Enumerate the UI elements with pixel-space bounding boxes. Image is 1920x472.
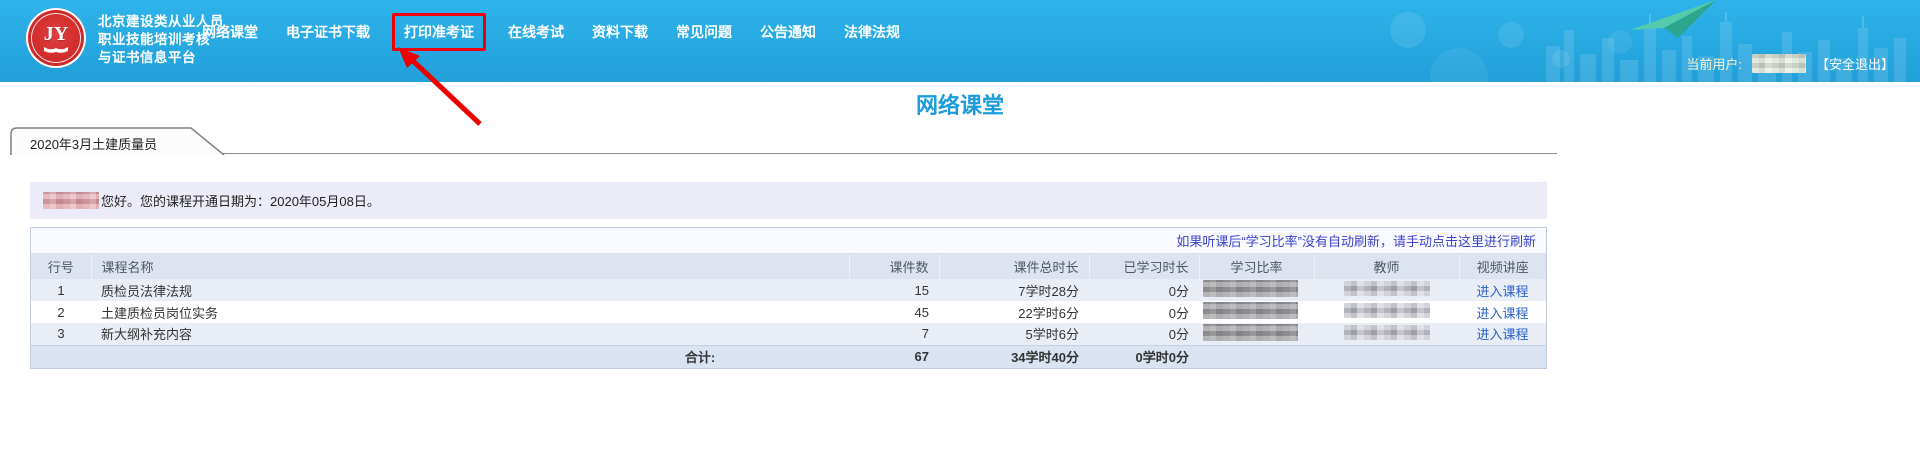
logo-jy-text: JY [44, 24, 68, 44]
main-nav: 网络课堂 电子证书下载 打印准考证 在线考试 资料下载 常见问题 公告通知 法律… [196, 0, 906, 64]
nav-online-classroom[interactable]: 网络课堂 [196, 17, 264, 47]
course-name: 土建质检员岗位实务 [91, 301, 849, 323]
total-row: 合计: 67 34学时40分 0学时0分 [31, 345, 1546, 368]
decor-circle [1390, 12, 1426, 48]
studied-duration: 0分 [1089, 301, 1199, 323]
table-row: 2 土建质检员岗位实务 45 22学时6分 0分 进入课程 [31, 301, 1546, 323]
nav-laws-regulations[interactable]: 法律法规 [838, 17, 906, 47]
course-table: 行号 课程名称 课件数 课件总时长 已学习时长 学习比率 教师 视频讲座 1 质… [31, 254, 1546, 368]
logo-book-icon [43, 45, 69, 54]
panel-top-border [10, 153, 1557, 154]
redacted-teacher-name [1344, 325, 1430, 340]
enter-course-link[interactable]: 进入课程 [1476, 306, 1528, 321]
col-courseware-count: 课件数 [849, 254, 939, 279]
page-title: 网络课堂 [0, 88, 1920, 120]
current-user-label: 当前用户: [1686, 54, 1742, 73]
redacted-username [1752, 54, 1806, 73]
decor-circle [1608, 30, 1632, 54]
screen: JY 北京建设类从业人员 职业技能培训考核 与证书信息平台 网络课堂 电子证书下… [0, 0, 1920, 472]
col-teacher: 教师 [1314, 254, 1459, 279]
refresh-notice-row: 如果听课后“学习比率”没有自动刷新，请手动点击这里进行刷新 [31, 228, 1546, 254]
tab-strip: 2020年3月土建质量员 [10, 126, 1557, 154]
nav-certificate-download[interactable]: 电子证书下载 [280, 17, 376, 47]
platform-logo: JY [26, 8, 86, 68]
col-row-number: 行号 [31, 254, 91, 279]
row-number: 1 [31, 279, 91, 301]
total-courseware-count: 67 [849, 345, 939, 368]
total-studied-sum: 0学时0分 [1089, 345, 1199, 368]
total-duration: 5学时6分 [939, 323, 1089, 345]
decor-circle [1552, 50, 1570, 68]
course-table-container: 如果听课后“学习比率”没有自动刷新，请手动点击这里进行刷新 行号 课程名称 课件… [30, 227, 1547, 369]
total-duration: 7学时28分 [939, 279, 1089, 301]
nav-print-admission-ticket[interactable]: 打印准考证 [392, 13, 486, 51]
decor-circle [1498, 22, 1524, 48]
greeting-notice: 您好。您的课程开通日期为：2020年05月08日。 [30, 182, 1547, 219]
top-header: JY 北京建设类从业人员 职业技能培训考核 与证书信息平台 网络课堂 电子证书下… [0, 0, 1920, 82]
course-name: 新大纲补充内容 [91, 323, 849, 345]
redacted-teacher-name [1344, 281, 1430, 296]
studied-duration: 0分 [1089, 323, 1199, 345]
studied-duration: 0分 [1089, 279, 1199, 301]
courseware-count: 7 [849, 323, 939, 345]
redacted-student-name [43, 192, 99, 209]
tab-label: 2020年3月土建质量员 [30, 134, 157, 153]
col-studied-duration: 已学习时长 [1089, 254, 1199, 279]
redacted-progress-bar [1203, 302, 1298, 319]
col-study-ratio: 学习比率 [1199, 254, 1314, 279]
redacted-progress-bar [1203, 280, 1298, 297]
col-video-lecture: 视频讲座 [1459, 254, 1546, 279]
table-row: 3 新大纲补充内容 7 5学时6分 0分 进入课程 [31, 323, 1546, 345]
table-header-row: 行号 课程名称 课件数 课件总时长 已学习时长 学习比率 教师 视频讲座 [31, 254, 1546, 279]
table-row: 1 质检员法律法规 15 7学时28分 0分 进入课程 [31, 279, 1546, 301]
total-duration: 22学时6分 [939, 301, 1089, 323]
total-label: 合计: [31, 345, 849, 368]
courseware-count: 45 [849, 301, 939, 323]
nav-material-download[interactable]: 资料下载 [586, 17, 654, 47]
nav-faq[interactable]: 常见问题 [670, 17, 738, 47]
greeting-text: 您好。您的课程开通日期为：2020年05月08日。 [101, 191, 380, 210]
col-course-name: 课程名称 [91, 254, 849, 279]
decor-circle [1430, 48, 1488, 82]
nav-online-exam[interactable]: 在线考试 [502, 17, 570, 47]
col-total-duration: 课件总时长 [939, 254, 1089, 279]
paper-plane-decoration [1630, 0, 1730, 40]
user-bar: 当前用户: 【安全退出】 [1686, 54, 1894, 73]
courseware-count: 15 [849, 279, 939, 301]
nav-announcements[interactable]: 公告通知 [754, 17, 822, 47]
redacted-progress-bar [1203, 324, 1298, 341]
enter-course-link[interactable]: 进入课程 [1476, 284, 1528, 299]
row-number: 3 [31, 323, 91, 345]
content-panel: 2020年3月土建质量员 您好。您的课程开通日期为：2020年05月08日。 如… [10, 126, 1557, 369]
refresh-link[interactable]: 如果听课后“学习比率”没有自动刷新，请手动点击这里进行刷新 [1176, 231, 1536, 250]
redacted-teacher-name [1344, 303, 1430, 318]
course-name: 质检员法律法规 [91, 279, 849, 301]
logout-link[interactable]: 【安全退出】 [1816, 54, 1894, 73]
total-duration-sum: 34学时40分 [939, 345, 1089, 368]
enter-course-link[interactable]: 进入课程 [1476, 327, 1528, 342]
row-number: 2 [31, 301, 91, 323]
tab-course-batch[interactable]: 2020年3月土建质量员 [10, 126, 226, 155]
